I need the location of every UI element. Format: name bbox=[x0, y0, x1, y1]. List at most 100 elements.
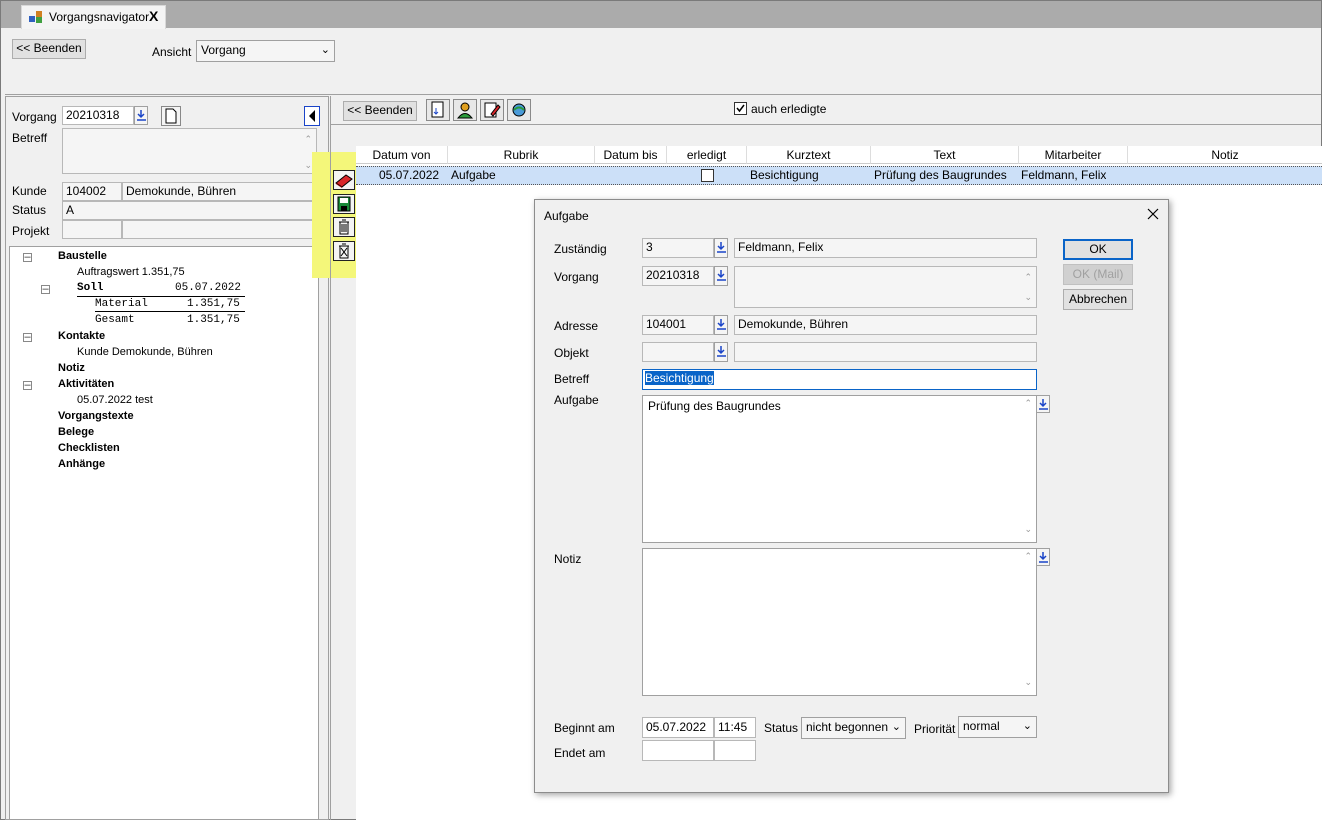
endet-time-input[interactable] bbox=[714, 740, 756, 761]
close-icon[interactable]: X bbox=[149, 8, 158, 24]
vorgang-field[interactable]: 20210318 bbox=[642, 266, 714, 286]
tab-strip: Vorgangsnavigator X bbox=[1, 1, 1321, 29]
table-row[interactable] bbox=[356, 166, 1322, 185]
notiz-lookup-button[interactable] bbox=[1036, 548, 1050, 566]
betreff-field[interactable]: ⌃ ⌄ bbox=[62, 128, 317, 174]
status-select[interactable]: nicht begonnen ⌄ bbox=[801, 717, 906, 739]
collapse-toggle-icon[interactable]: – bbox=[41, 284, 50, 295]
collapse-toggle-icon[interactable]: – bbox=[23, 252, 32, 263]
tree-node-vorgangstexte[interactable]: Vorgangstexte bbox=[58, 410, 134, 422]
show-done-label: auch erledigte bbox=[751, 102, 827, 116]
tree-node-notiz[interactable]: Notiz bbox=[58, 362, 85, 374]
grid-header-rubrik[interactable]: Rubrik bbox=[448, 146, 595, 164]
grid-cell-erledigt-checkbox[interactable] bbox=[701, 169, 714, 182]
grid-header-datum-bis[interactable]: Datum bis bbox=[595, 146, 667, 164]
scroll-up-icon: ⌃ bbox=[1024, 272, 1032, 282]
projekt-name-field bbox=[122, 220, 317, 239]
download-arrow-icon bbox=[717, 346, 726, 357]
status-select-value: nicht begonnen bbox=[806, 720, 889, 734]
tree-node-gesamt[interactable]: Gesamt bbox=[95, 314, 135, 326]
betreff-label: Betreff bbox=[554, 372, 590, 386]
toolbar-button-3[interactable] bbox=[480, 99, 504, 121]
tab-vorgangsnavigator[interactable]: Vorgangsnavigator X bbox=[21, 5, 166, 29]
toolbar-button-4[interactable] bbox=[507, 99, 531, 121]
new-document-icon[interactable] bbox=[161, 106, 181, 126]
aufgabe-textarea[interactable]: Prüfung des Baugrundes ⌃ ⌄ bbox=[642, 395, 1037, 543]
grid-header-datum-von[interactable]: Datum von bbox=[356, 146, 448, 164]
scroll-up-icon: ⌃ bbox=[1024, 551, 1032, 561]
grid-header-notiz[interactable]: Notiz bbox=[1128, 146, 1322, 164]
beginnt-time-input[interactable]: 11:45 bbox=[714, 717, 756, 738]
tree-node-kontakte[interactable]: Kontakte bbox=[58, 330, 105, 342]
tree-node-aktivitaeten[interactable]: Aktivitäten bbox=[58, 378, 114, 390]
adresse-lookup-button[interactable] bbox=[714, 315, 728, 335]
chevron-down-icon: ⌄ bbox=[320, 44, 330, 56]
prioritaet-select[interactable]: normal ⌄ bbox=[958, 716, 1037, 738]
beginnt-date-input[interactable]: 05.07.2022 bbox=[642, 717, 714, 738]
collapse-toggle-icon[interactable]: – bbox=[23, 380, 32, 391]
collapse-panel-icon[interactable] bbox=[304, 106, 320, 126]
divider bbox=[330, 96, 331, 820]
close-icon[interactable] bbox=[1147, 208, 1159, 220]
view-label: Ansicht bbox=[152, 45, 192, 59]
grid-cell-datum-von: 05.07.2022 bbox=[379, 168, 440, 182]
tree-node-belege[interactable]: Belege bbox=[58, 426, 94, 438]
grid-cell-mitarbeiter: Feldmann, Felix bbox=[1021, 168, 1107, 182]
edit-button[interactable] bbox=[333, 170, 355, 190]
scroll-down-icon: ⌄ bbox=[1024, 524, 1032, 534]
grid-header-text[interactable]: Text bbox=[871, 146, 1019, 164]
zustaendig-name-field: Feldmann, Felix bbox=[734, 238, 1037, 258]
tree-node-anhaenge[interactable]: Anhänge bbox=[58, 458, 105, 470]
objekt-id-field[interactable] bbox=[642, 342, 714, 362]
notiz-label: Notiz bbox=[554, 552, 582, 566]
divider bbox=[5, 94, 1321, 95]
kunde-id-field[interactable]: 104002 bbox=[62, 182, 122, 201]
toolbar-button-1[interactable] bbox=[426, 99, 450, 121]
grid-header-erledigt[interactable]: erledigt bbox=[667, 146, 747, 164]
notiz-textarea[interactable]: ⌃ ⌄ bbox=[642, 548, 1037, 696]
trash-icon bbox=[339, 219, 349, 235]
tree-node-auftragswert[interactable]: Auftragswert 1.351,75 bbox=[77, 266, 185, 278]
grid-header-kurztext[interactable]: Kurztext bbox=[747, 146, 871, 164]
save-icon bbox=[337, 196, 351, 212]
view-select[interactable]: Vorgang ⌄ bbox=[196, 40, 335, 62]
betreff-input[interactable]: Besichtigung bbox=[642, 369, 1037, 390]
grid-header-mitarbeiter[interactable]: Mitarbeiter bbox=[1019, 146, 1128, 164]
checkmark-icon bbox=[736, 104, 745, 113]
grid-cell-rubrik: Aufgabe bbox=[451, 168, 496, 182]
zustaendig-lookup-button[interactable] bbox=[714, 238, 728, 258]
save-button[interactable] bbox=[333, 194, 355, 214]
kunde-label: Kunde bbox=[12, 184, 47, 198]
beginnt-label: Beginnt am bbox=[554, 721, 615, 735]
delete-button[interactable] bbox=[333, 217, 355, 237]
ok-mail-button[interactable]: OK (Mail) bbox=[1063, 264, 1133, 285]
toolbar-button-2[interactable] bbox=[453, 99, 477, 121]
ok-button[interactable]: OK bbox=[1063, 239, 1133, 260]
tree-node-checklisten[interactable]: Checklisten bbox=[58, 442, 120, 454]
endet-date-input[interactable] bbox=[642, 740, 714, 761]
cancel-button[interactable]: Abbrechen bbox=[1063, 289, 1133, 310]
show-done-checkbox[interactable] bbox=[734, 102, 747, 115]
tree-node-kunde[interactable]: Kunde Demokunde, Bühren bbox=[77, 346, 213, 358]
objekt-name-field bbox=[734, 342, 1037, 362]
objekt-lookup-button[interactable] bbox=[714, 342, 728, 362]
vorgang-field[interactable]: 20210318 bbox=[62, 106, 134, 125]
tree-node-soll[interactable]: Soll bbox=[77, 282, 103, 294]
adresse-id-field[interactable]: 104001 bbox=[642, 315, 714, 335]
vorgang-lookup-button[interactable] bbox=[714, 266, 728, 286]
tree-node-material[interactable]: Material bbox=[95, 298, 148, 310]
aufgabe-lookup-button[interactable] bbox=[1036, 395, 1050, 413]
tree-node-aktivitaet[interactable]: 05.07.2022 test bbox=[77, 394, 153, 406]
delete-all-button[interactable] bbox=[333, 241, 355, 261]
dialog-title: Aufgabe bbox=[544, 209, 589, 223]
tree-node-soll-date: 05.07.2022 bbox=[175, 282, 242, 294]
vorgang-lookup-button[interactable] bbox=[134, 106, 148, 125]
top-end-button[interactable]: << Beenden bbox=[12, 39, 86, 59]
betreff-label: Betreff bbox=[12, 131, 48, 145]
collapse-toggle-icon[interactable]: – bbox=[23, 332, 32, 343]
right-end-button[interactable]: << Beenden bbox=[343, 101, 417, 121]
zustaendig-id-field[interactable]: 3 bbox=[642, 238, 714, 258]
divider bbox=[95, 311, 245, 312]
projekt-id-field[interactable] bbox=[62, 220, 122, 239]
tree-node-baustelle[interactable]: Baustelle bbox=[58, 250, 107, 262]
